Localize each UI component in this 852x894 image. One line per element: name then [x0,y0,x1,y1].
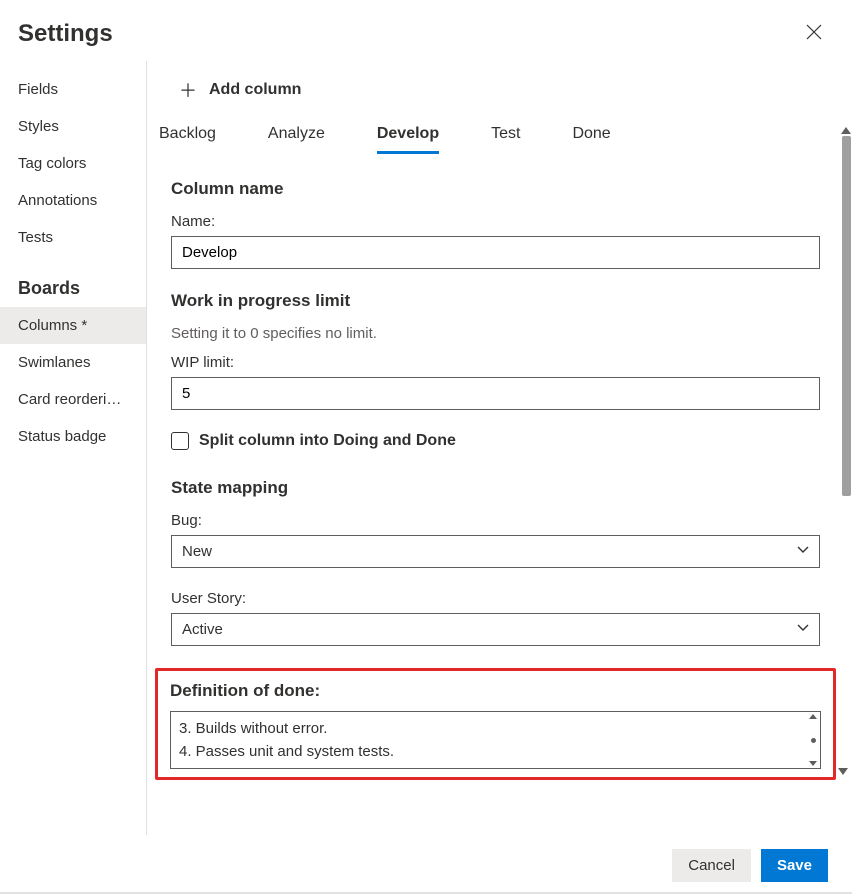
sidebar-item-status-badge[interactable]: Status badge [0,418,146,455]
wip-helper: Setting it to 0 specifies no limit. [171,325,820,342]
split-column-checkbox[interactable]: Split column into Doing and Done [171,432,820,450]
chevron-down-icon [797,543,809,560]
add-column-button[interactable]: ＋ Add column [155,71,836,117]
split-column-label: Split column into Doing and Done [199,432,456,450]
checkbox-icon [171,432,189,450]
dod-line: 4. Passes unit and system tests. [179,741,812,764]
scroll-up-icon [809,714,817,719]
bug-state-select[interactable]: New [171,535,820,568]
page-title: Settings [18,20,113,48]
sidebar: Fields Styles Tag colors Annotations Tes… [0,61,146,835]
plus-icon: ＋ [179,77,197,103]
chevron-down-icon [797,621,809,638]
scroll-down-icon [838,768,848,775]
scroll-thumb[interactable] [842,136,851,496]
sidebar-item-tag-colors[interactable]: Tag colors [0,145,146,182]
dod-scrollbar[interactable] [808,714,818,766]
dod-heading: Definition of done: [170,681,821,701]
add-column-label: Add column [209,81,301,99]
sidebar-item-columns[interactable]: Columns * [0,307,146,344]
close-icon [806,24,822,40]
scroll-up-icon [841,127,851,134]
tab-done[interactable]: Done [572,117,610,153]
dod-line: 3. Builds without error. [179,718,812,741]
sidebar-item-annotations[interactable]: Annotations [0,182,146,219]
cancel-button[interactable]: Cancel [672,849,751,882]
state-mapping-heading: State mapping [171,478,820,498]
wip-heading: Work in progress limit [171,291,820,311]
definition-of-done-textarea[interactable]: 3. Builds without error. 4. Passes unit … [170,711,821,769]
main-panel: ＋ Add column Backlog Analyze Develop Tes… [146,61,852,835]
sidebar-group-boards: Boards [0,256,146,307]
save-button[interactable]: Save [761,849,828,882]
close-button[interactable] [800,18,828,49]
tab-analyze[interactable]: Analyze [268,117,325,153]
tab-develop[interactable]: Develop [377,117,439,154]
sidebar-item-card-reordering[interactable]: Card reorderi… [0,381,146,418]
tab-backlog[interactable]: Backlog [159,117,216,153]
column-name-heading: Column name [171,179,820,199]
sidebar-item-tests[interactable]: Tests [0,219,146,256]
bug-state-value: New [182,543,212,560]
user-story-state-value: Active [182,621,223,638]
dialog-footer: Cancel Save [672,849,828,882]
scroll-dot-icon [811,738,816,743]
sidebar-item-swimlanes[interactable]: Swimlanes [0,344,146,381]
scrollbar[interactable] [840,127,852,496]
sidebar-item-styles[interactable]: Styles [0,108,146,145]
column-name-input[interactable] [171,236,820,269]
wip-label: WIP limit: [171,354,820,371]
wip-limit-input[interactable] [171,377,820,410]
name-label: Name: [171,213,820,230]
scroll-down-icon [809,761,817,766]
definition-of-done-highlight: Definition of done: 3. Builds without er… [155,668,836,780]
user-story-state-select[interactable]: Active [171,613,820,646]
sidebar-item-fields[interactable]: Fields [0,71,146,108]
bug-label: Bug: [171,512,820,529]
user-story-label: User Story: [171,590,820,607]
column-tabs: Backlog Analyze Develop Test Done [155,117,836,153]
tab-test[interactable]: Test [491,117,520,153]
